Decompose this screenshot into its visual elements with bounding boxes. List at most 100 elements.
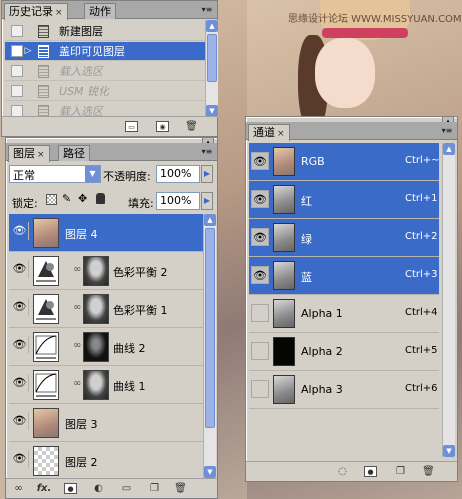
layer-mask-thumbnail[interactable]: [83, 332, 109, 362]
layer-row[interactable]: 👁 ∞ 色彩平衡 2: [9, 252, 206, 290]
lock-image-icon[interactable]: ✎: [62, 192, 71, 205]
panel-menu-icon[interactable]: ▾≡: [201, 5, 213, 15]
snapshot-source-checkbox[interactable]: [11, 85, 23, 97]
visibility-toggle[interactable]: [251, 380, 269, 398]
delete-icon[interactable]: 🗑: [185, 121, 198, 132]
visibility-eye-icon[interactable]: 👁: [11, 222, 29, 240]
blend-mode-select[interactable]: 正常 ▼: [9, 165, 101, 183]
visibility-eye-icon[interactable]: 👁: [251, 266, 269, 284]
lock-position-icon[interactable]: ✥: [78, 192, 87, 205]
layer-mask-thumbnail[interactable]: [83, 370, 109, 400]
history-item[interactable]: 载入选区: [5, 62, 205, 81]
new-document-from-state-icon[interactable]: ▭: [125, 121, 138, 132]
layer-thumbnail: [33, 408, 59, 438]
link-icon[interactable]: ∞: [12, 483, 25, 494]
group-icon[interactable]: ▭: [120, 483, 133, 494]
opacity-input[interactable]: 100%: [156, 165, 200, 183]
channels-scrollbar[interactable]: ▲ ▼: [442, 143, 455, 457]
opacity-value: 100%: [160, 167, 192, 180]
scroll-thumb[interactable]: [205, 228, 215, 428]
new-channel-icon[interactable]: ❐: [394, 466, 407, 477]
channel-thumbnail: [273, 147, 295, 176]
close-icon[interactable]: ×: [277, 129, 285, 139]
tab-paths[interactable]: 路径: [58, 145, 90, 161]
scroll-up-icon[interactable]: ▲: [204, 214, 216, 226]
fill-input[interactable]: 100%: [156, 192, 200, 210]
panel-menu-icon[interactable]: ▾≡: [441, 126, 453, 136]
layers-panel: ▴ 图层 × 路径 ▾≡ 正常 ▼ 不透明度: 100% ▶ 锁定: ✎ ✥ 填充…: [5, 137, 218, 499]
scroll-thumb[interactable]: [207, 34, 217, 82]
adjustment-icon[interactable]: ◐: [92, 483, 105, 494]
mask-icon[interactable]: ●: [64, 483, 77, 494]
scroll-up-icon[interactable]: ▲: [443, 143, 455, 155]
history-item[interactable]: USM 锐化: [5, 82, 205, 101]
channel-row[interactable]: 👁 绿 Ctrl+2: [249, 219, 439, 257]
delete-icon[interactable]: 🗑: [422, 466, 435, 477]
scroll-down-icon[interactable]: ▼: [443, 445, 455, 457]
visibility-eye-icon[interactable]: 👁: [251, 190, 269, 208]
channel-row[interactable]: 👁 RGB Ctrl+~: [249, 143, 440, 181]
lock-transparent-icon[interactable]: [46, 194, 57, 205]
visibility-toggle[interactable]: [251, 304, 269, 322]
snapshot-source-checkbox[interactable]: [11, 65, 23, 77]
visibility-eye-icon[interactable]: 👁: [11, 260, 29, 278]
lock-all-icon[interactable]: [96, 193, 105, 204]
delete-icon[interactable]: 🗑: [174, 483, 187, 494]
history-item-selected[interactable]: ▷ 盖印可见图层: [5, 42, 205, 61]
fx-icon[interactable]: fx.: [34, 483, 54, 494]
channel-row[interactable]: Alpha 2 Ctrl+5: [249, 333, 439, 371]
fill-slider-arrow-icon[interactable]: ▶: [201, 192, 213, 210]
channel-name: RGB: [301, 155, 325, 168]
channel-row[interactable]: Alpha 3 Ctrl+6: [249, 371, 439, 409]
layers-tabbar: 图层 × 路径 ▾≡: [6, 143, 217, 162]
visibility-eye-icon[interactable]: 👁: [251, 152, 269, 170]
layer-thumbnail: [33, 218, 59, 248]
channel-row[interactable]: Alpha 1 Ctrl+4: [249, 295, 439, 333]
layers-scrollbar[interactable]: ▲ ▼: [203, 214, 216, 478]
mask-link-icon[interactable]: ∞: [73, 378, 81, 389]
visibility-toggle[interactable]: [251, 342, 269, 360]
new-layer-icon[interactable]: ❐: [148, 483, 161, 494]
layer-row[interactable]: 👁 ∞ 色彩平衡 1: [9, 290, 206, 328]
snapshot-source-checkbox[interactable]: [11, 45, 23, 57]
save-selection-icon[interactable]: ●: [364, 466, 377, 477]
channel-name: 绿: [301, 233, 312, 246]
close-icon[interactable]: ×: [37, 150, 45, 160]
history-state-slider-icon[interactable]: ▷: [23, 46, 33, 56]
tab-actions[interactable]: 动作: [84, 3, 116, 19]
layer-name: 曲线 1: [113, 380, 146, 393]
snapshot-source-checkbox[interactable]: [11, 25, 23, 37]
history-state-icon: [38, 64, 49, 78]
history-item[interactable]: 新建图层: [5, 22, 205, 41]
channel-row[interactable]: 👁 蓝 Ctrl+3: [249, 257, 439, 295]
layer-row[interactable]: 👁 图层 2: [9, 442, 206, 478]
chevron-down-icon[interactable]: ▼: [85, 166, 100, 182]
layer-mask-thumbnail[interactable]: [83, 256, 109, 286]
tab-history[interactable]: 历史记录 ×: [4, 3, 68, 20]
visibility-eye-icon[interactable]: 👁: [11, 450, 29, 468]
mask-link-icon[interactable]: ∞: [73, 264, 81, 275]
channel-row[interactable]: 👁 红 Ctrl+1: [249, 181, 439, 219]
scroll-up-icon[interactable]: ▲: [206, 20, 218, 32]
visibility-eye-icon[interactable]: 👁: [11, 336, 29, 354]
mask-link-icon[interactable]: ∞: [73, 302, 81, 313]
scroll-down-icon[interactable]: ▼: [204, 466, 216, 478]
mask-link-icon[interactable]: ∞: [73, 340, 81, 351]
visibility-eye-icon[interactable]: 👁: [11, 374, 29, 392]
load-selection-icon[interactable]: ◌: [336, 466, 349, 477]
layer-row[interactable]: 👁 图层 3: [9, 404, 206, 442]
history-scrollbar[interactable]: ▲ ▼: [205, 20, 218, 117]
tab-layers[interactable]: 图层 ×: [8, 145, 50, 162]
close-icon[interactable]: ×: [55, 8, 63, 18]
new-snapshot-icon[interactable]: ◉: [156, 121, 169, 132]
opacity-slider-arrow-icon[interactable]: ▶: [201, 165, 213, 183]
panel-menu-icon[interactable]: ▾≡: [201, 147, 213, 157]
layer-row-selected[interactable]: 👁 图层 4: [9, 214, 206, 252]
layer-row[interactable]: 👁 ∞ 曲线 1: [9, 366, 206, 404]
layer-mask-thumbnail[interactable]: [83, 294, 109, 324]
visibility-eye-icon[interactable]: 👁: [251, 228, 269, 246]
visibility-eye-icon[interactable]: 👁: [11, 412, 29, 430]
layer-row[interactable]: 👁 ∞ 曲线 2: [9, 328, 206, 366]
tab-channels[interactable]: 通道 ×: [248, 124, 290, 141]
visibility-eye-icon[interactable]: 👁: [11, 298, 29, 316]
